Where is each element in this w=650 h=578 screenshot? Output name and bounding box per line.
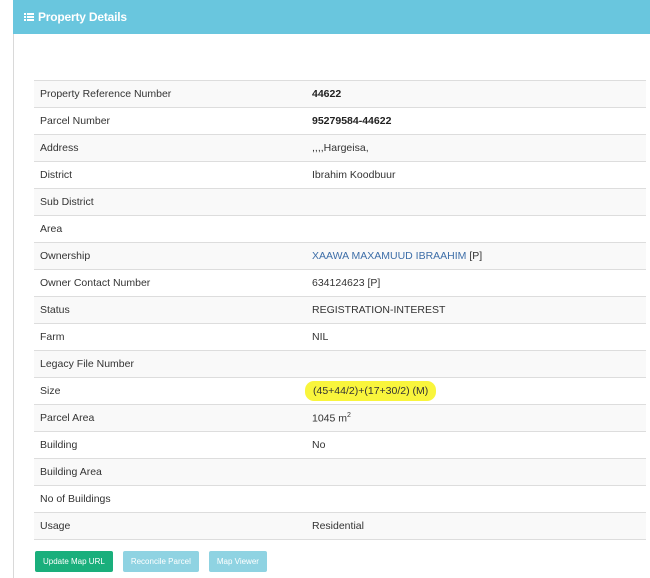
panel-border (13, 0, 14, 578)
farm-value: NIL (306, 323, 646, 351)
table-row: Sub District (34, 188, 646, 216)
list-icon (24, 12, 34, 22)
district-value: Ibrahim Koodbuur (306, 161, 646, 189)
table-row: Owner Contact Number 634124623 [P] (34, 269, 646, 297)
owner-link[interactable]: XAAWA MAXAMUUD IBRAAHIM (312, 250, 466, 262)
table-row: Area (34, 215, 646, 243)
sub-district-value (306, 188, 646, 216)
parcel-area-number: 1045 m (312, 412, 348, 425)
building-area-value (306, 458, 646, 486)
row-label: Size (34, 377, 306, 405)
owner-suffix: [P] (466, 250, 483, 262)
row-label: Ownership (34, 242, 306, 270)
table-row: No of Buildings (34, 485, 646, 513)
property-details-table: Property Reference Number 44622 Parcel N… (34, 80, 646, 540)
table-row: Size (45+44/2)+(17+30/2) (M) (34, 377, 646, 405)
row-label: Property Reference Number (34, 80, 306, 108)
row-label: Legacy File Number (34, 350, 306, 378)
row-label: Parcel Number (34, 107, 306, 135)
row-label: Farm (34, 323, 306, 351)
size-highlight: (45+44/2)+(17+30/2) (M) (305, 381, 437, 401)
row-label: District (34, 161, 306, 189)
no-of-buildings-value (306, 485, 646, 513)
row-label: Address (34, 134, 306, 162)
size-value: (45+44/2)+(17+30/2) (M) (305, 377, 646, 405)
row-label: Area (34, 215, 306, 243)
ownership-value: XAAWA MAXAMUUD IBRAAHIM [P] (306, 242, 646, 270)
owner-contact-value: 634124623 [P] (306, 269, 646, 297)
table-row: Status REGISTRATION-INTEREST (34, 296, 646, 324)
table-row: Building Area (34, 458, 646, 486)
usage-value: Residential (306, 512, 646, 540)
table-row: Property Reference Number 44622 (34, 80, 646, 108)
row-label: Usage (34, 512, 306, 540)
table-row: Usage Residential (34, 512, 646, 540)
area-value (306, 215, 646, 243)
panel-title: Property Details (38, 10, 127, 24)
reconcile-parcel-button[interactable]: Reconcile Parcel (122, 551, 199, 572)
table-row: Parcel Area 1045 m2 (34, 404, 646, 432)
legacy-file-number-value (306, 350, 646, 378)
table-row: Building No (34, 431, 646, 459)
table-row: Legacy File Number (34, 350, 646, 378)
table-row: Address ,,,,Hargeisa, (34, 134, 646, 162)
parcel-area-value: 1045 m2 (306, 404, 646, 432)
parcel-area-unit-exponent: 2 (347, 411, 351, 419)
property-reference-link[interactable]: 44622 (312, 88, 341, 100)
property-reference-value: 44622 (306, 80, 646, 108)
table-row: Farm NIL (34, 323, 646, 351)
row-label: Building (34, 431, 306, 459)
row-label: Building Area (34, 458, 306, 486)
panel-header: Property Details (13, 0, 650, 34)
row-label: Parcel Area (34, 404, 306, 432)
map-viewer-button[interactable]: Map Viewer (208, 551, 267, 572)
status-value: REGISTRATION-INTEREST (306, 296, 646, 324)
table-row: Parcel Number 95279584-44622 (34, 107, 646, 135)
row-label: Status (34, 296, 306, 324)
update-map-url-button[interactable]: Update Map URL (35, 551, 113, 572)
table-row: Ownership XAAWA MAXAMUUD IBRAAHIM [P] (34, 242, 646, 270)
row-label: Owner Contact Number (34, 269, 306, 297)
parcel-number-value: 95279584-44622 (306, 107, 646, 135)
table-row: District Ibrahim Koodbuur (34, 161, 646, 189)
action-buttons: Update Map URL Reconcile Parcel Map View… (35, 551, 267, 572)
address-value: ,,,,Hargeisa, (306, 134, 646, 162)
building-value: No (306, 431, 646, 459)
row-label: Sub District (34, 188, 306, 216)
row-label: No of Buildings (34, 485, 306, 513)
